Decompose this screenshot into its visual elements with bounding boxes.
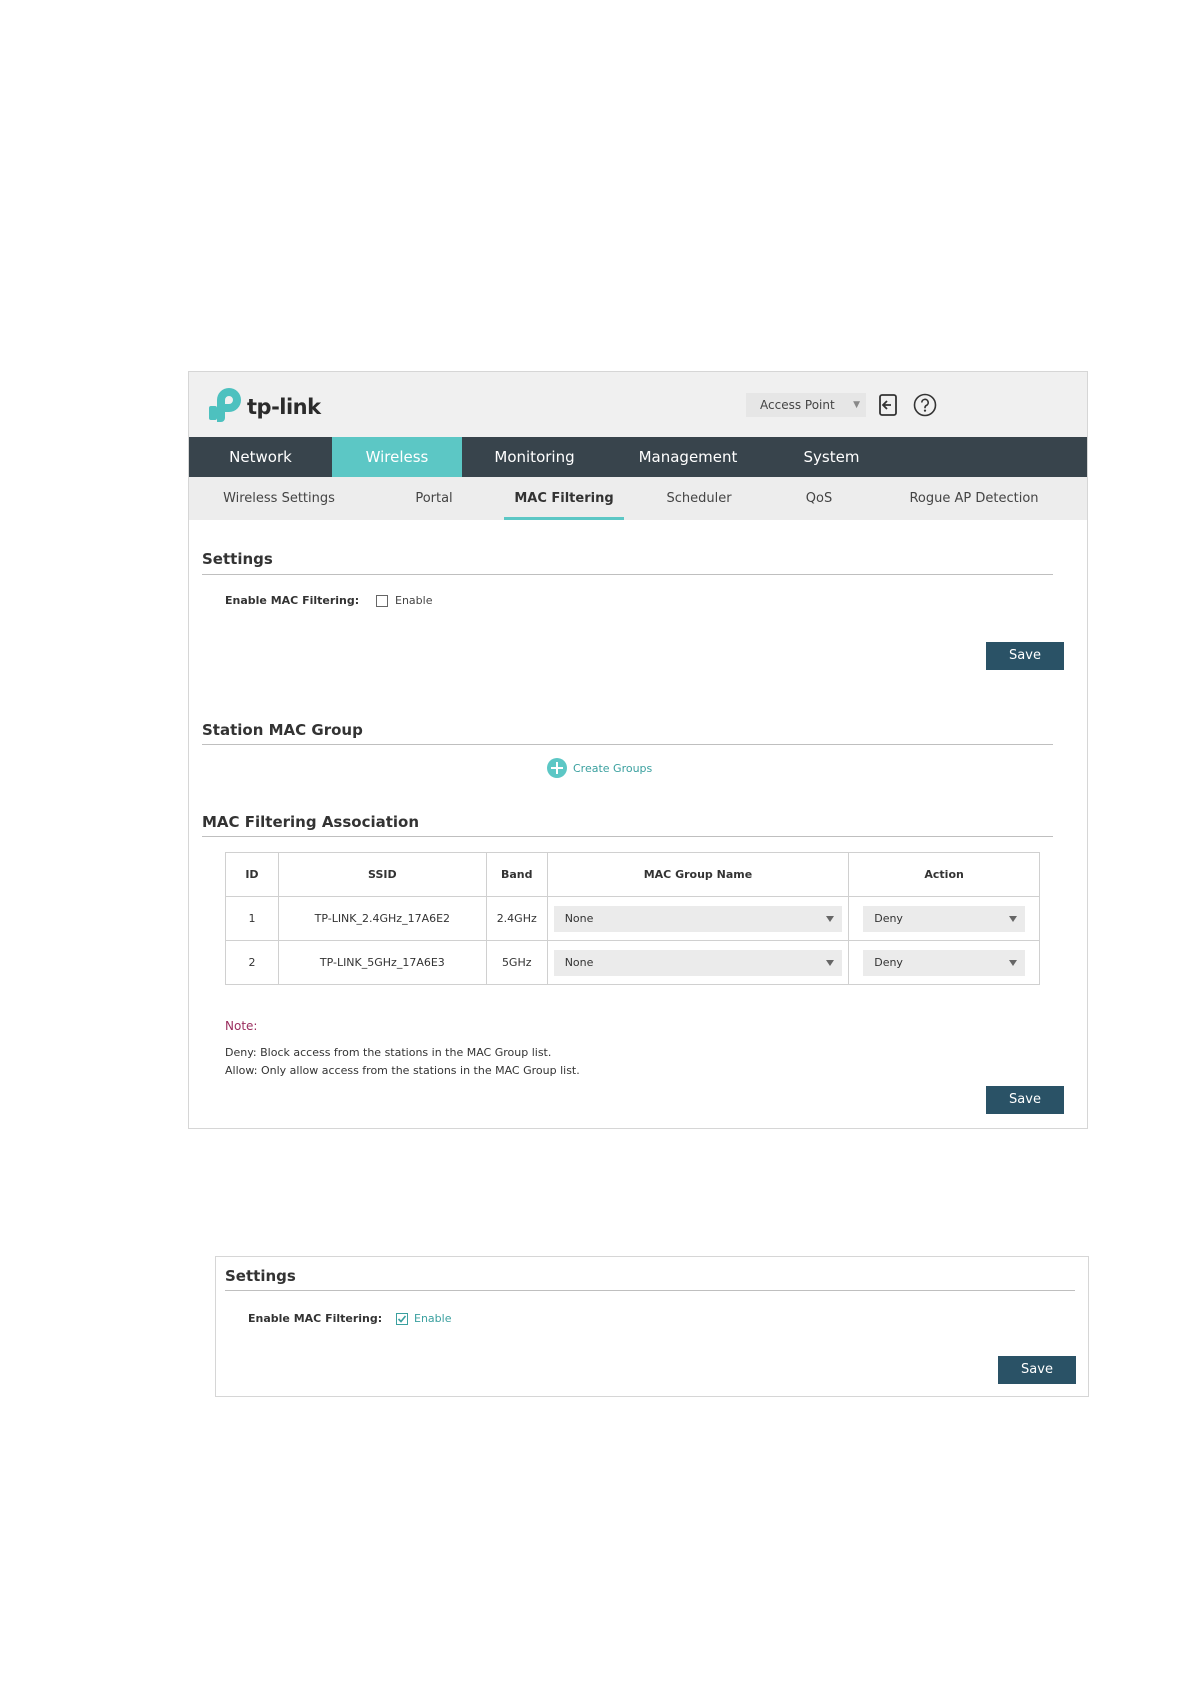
note-deny: Deny: Block access from the stations in … <box>225 1046 552 1059</box>
enable-mac-filtering-label: Enable MAC Filtering: <box>225 594 360 607</box>
divider <box>202 574 1053 575</box>
row-ssid: TP-LINK_2.4GHz_17A6E2 <box>277 896 487 941</box>
enable-mac-filtering-label: Enable MAC Filtering: <box>248 1312 383 1325</box>
enable-checkbox-label: Enable <box>395 594 433 607</box>
association-table: ID SSID Band MAC Group Name Action 1 TP-… <box>225 852 1040 985</box>
col-band: Band <box>485 852 548 897</box>
subtab-scheduler[interactable]: Scheduler <box>659 477 739 520</box>
mac-group-select[interactable]: None <box>553 949 843 976</box>
mac-filtering-association-title: MAC Filtering Association <box>202 813 420 831</box>
tab-management[interactable]: Management <box>607 437 769 477</box>
settings-save-button[interactable]: Save <box>986 642 1064 670</box>
tab-monitoring[interactable]: Monitoring <box>462 437 607 477</box>
enable-mac-filtering-checkbox[interactable] <box>396 1313 408 1325</box>
note-title: Note: <box>225 1019 258 1033</box>
settings-title: Settings <box>225 1267 296 1285</box>
row-ssid: TP-LINK_5GHz_17A6E3 <box>277 940 487 985</box>
dropdown-arrow-icon <box>826 915 835 922</box>
main-nav: Network Wireless Monitoring Management S… <box>189 437 1087 477</box>
settings-title: Settings <box>202 550 273 568</box>
association-save-button[interactable]: Save <box>986 1086 1064 1114</box>
divider <box>225 1290 1075 1291</box>
note-allow: Allow: Only allow access from the statio… <box>225 1064 580 1077</box>
create-groups-button[interactable]: Create Groups <box>547 758 652 778</box>
checkmark-icon <box>397 1315 407 1323</box>
mac-filtering-screenshot: tp-link Access Point ▼ Network Wireless … <box>188 371 1088 1129</box>
action-select-value: Deny <box>874 911 903 925</box>
row-band: 2.4GHz <box>485 896 548 941</box>
plus-circle-icon <box>547 758 567 778</box>
settings-save-button[interactable]: Save <box>998 1356 1076 1384</box>
row-band: 5GHz <box>485 940 548 985</box>
dropdown-arrow-icon <box>1009 959 1017 966</box>
mac-group-cell: None <box>546 896 850 941</box>
mac-group-select-value: None <box>564 911 594 925</box>
logout-icon[interactable] <box>876 393 900 417</box>
table-row: 2 TP-LINK_5GHz_17A6E3 5GHz None Deny <box>225 940 1040 985</box>
mac-group-cell: None <box>546 940 850 985</box>
mode-select-value: Access Point <box>760 398 835 412</box>
create-groups-label: Create Groups <box>573 761 653 775</box>
row-id: 1 <box>225 896 279 941</box>
logo-text: tp-link <box>247 395 321 419</box>
tp-link-logo-icon <box>209 388 241 422</box>
mac-group-select-value: None <box>564 955 594 969</box>
enable-checkbox-label: Enable <box>414 1312 452 1325</box>
action-select-value: Deny <box>874 955 903 969</box>
subtab-rogue-ap-detection[interactable]: Rogue AP Detection <box>899 477 1049 520</box>
tab-network[interactable]: Network <box>189 437 332 477</box>
settings-enabled-screenshot: Settings Enable MAC Filtering: Enable Sa… <box>215 1256 1089 1397</box>
col-id: ID <box>225 852 279 897</box>
top-bar: tp-link Access Point ▼ <box>189 372 1087 437</box>
tp-link-logo[interactable]: tp-link <box>209 386 321 422</box>
col-ssid: SSID <box>277 852 487 897</box>
subtab-wireless-settings[interactable]: Wireless Settings <box>219 477 339 520</box>
table-header-row: ID SSID Band MAC Group Name Action <box>225 852 1040 897</box>
enable-mac-filtering-checkbox[interactable] <box>376 595 388 607</box>
action-cell: Deny <box>848 896 1040 941</box>
sub-nav: Wireless Settings Portal MAC Filtering S… <box>189 477 1087 520</box>
tab-system[interactable]: System <box>769 437 894 477</box>
action-select[interactable]: Deny <box>863 905 1025 932</box>
subtab-mac-filtering[interactable]: MAC Filtering <box>504 477 624 520</box>
row-id: 2 <box>225 940 279 985</box>
mode-select[interactable]: Access Point ▼ <box>746 393 866 417</box>
help-icon[interactable] <box>913 393 937 417</box>
subtab-qos[interactable]: QoS <box>794 477 844 520</box>
tab-wireless[interactable]: Wireless <box>332 437 462 477</box>
dropdown-arrow-icon <box>826 959 835 966</box>
dropdown-arrow-icon <box>1009 915 1017 922</box>
action-select[interactable]: Deny <box>863 949 1025 976</box>
action-cell: Deny <box>848 940 1040 985</box>
station-mac-group-title: Station MAC Group <box>202 721 363 739</box>
col-action: Action <box>848 852 1040 897</box>
mac-group-select[interactable]: None <box>553 905 843 932</box>
divider <box>202 836 1053 837</box>
subtab-portal[interactable]: Portal <box>399 477 469 520</box>
table-row: 1 TP-LINK_2.4GHz_17A6E2 2.4GHz None Deny <box>225 896 1040 941</box>
col-mac-group-name: MAC Group Name <box>546 852 850 897</box>
divider <box>202 744 1053 745</box>
chevron-down-icon: ▼ <box>853 400 860 410</box>
